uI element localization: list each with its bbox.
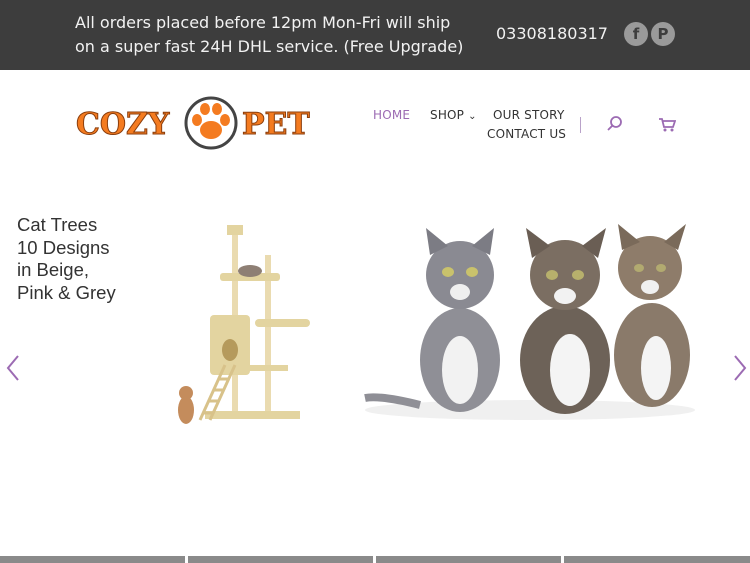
nav-contact-us[interactable]: CONTACT US: [487, 127, 566, 141]
slider-next-arrow[interactable]: [727, 352, 750, 384]
hero-line: Pink & Grey: [17, 281, 116, 303]
cat-tree-image: [170, 215, 320, 430]
slider-dot[interactable]: [188, 556, 373, 563]
cozy-pet-logo[interactable]: COZY PET: [76, 90, 316, 152]
nav-divider: [580, 117, 581, 133]
slider-dot[interactable]: [0, 556, 185, 563]
cart-icon[interactable]: [658, 117, 677, 133]
chevron-down-icon: ⌄: [468, 111, 477, 122]
slider-dot[interactable]: [564, 556, 750, 563]
paw-icon: [184, 96, 238, 150]
slider-prev-arrow[interactable]: [2, 352, 26, 384]
hero-line: Cat Trees: [17, 214, 98, 235]
phone-number[interactable]: 03308180317: [496, 24, 608, 43]
hero-line: 10 Designs: [17, 236, 110, 258]
slider-dot[interactable]: [376, 556, 561, 563]
nav-home[interactable]: HOME: [373, 108, 410, 122]
logo-text-cozy: COZY: [76, 107, 170, 142]
nav-shop-label: SHOP: [430, 108, 465, 122]
kittens-image: [360, 220, 700, 425]
pinterest-icon[interactable]: P: [651, 22, 675, 46]
shipping-message: All orders placed before 12pm Mon-Fri wi…: [75, 13, 464, 56]
slider-pagination: [0, 556, 750, 563]
hero-caption: Cat Trees 10 Designs in Beige, Pink & Gr…: [17, 214, 177, 304]
nav-our-story[interactable]: OUR STORY: [493, 108, 564, 122]
hero-line: in Beige,: [17, 259, 89, 280]
search-icon[interactable]: [606, 115, 624, 133]
nav-shop[interactable]: SHOP ⌄: [430, 108, 477, 122]
logo-text-pet: PET: [242, 107, 310, 142]
top-announcement-bar: All orders placed before 12pm Mon-Fri wi…: [0, 0, 750, 70]
facebook-icon[interactable]: f: [624, 22, 648, 46]
